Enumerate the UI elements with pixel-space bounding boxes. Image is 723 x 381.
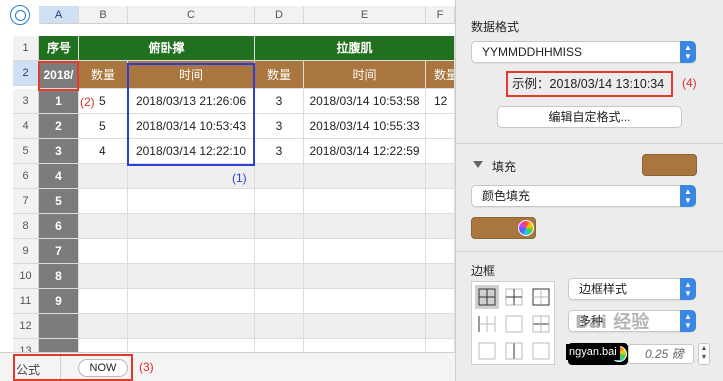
spreadsheet[interactable]: A B C D E F 1 2 3 4 5 6 7 8 9 10 11 12 1…	[0, 0, 455, 381]
empty-row[interactable]	[79, 189, 455, 214]
index-cell[interactable]: 5	[39, 189, 79, 214]
row-header-3[interactable]: 3	[13, 89, 39, 114]
index-cell[interactable]: 7	[39, 239, 79, 264]
edit-custom-format-button[interactable]: 编辑自定格式...	[497, 106, 682, 128]
header-qty[interactable]: 数量	[79, 61, 128, 89]
disclosure-triangle-icon[interactable]	[473, 161, 483, 168]
header-time-2[interactable]: 时间	[304, 61, 426, 89]
annotation-label-3: (3)	[139, 360, 154, 374]
app-window: A B C D E F 1 2 3 4 5 6 7 8 9 10 11 12 1…	[0, 0, 723, 381]
empty-row[interactable]	[79, 264, 455, 289]
border-style-value: 边框样式	[579, 282, 628, 296]
row-header-12[interactable]: 12	[13, 314, 39, 339]
header-index-cell[interactable]: 序号	[39, 36, 79, 61]
row-header-11[interactable]: 11	[13, 289, 39, 314]
border-preset-icons[interactable]	[472, 282, 556, 366]
row-header-9[interactable]: 9	[13, 239, 39, 264]
header-qty-2[interactable]: 数量	[255, 61, 304, 89]
color-well[interactable]	[471, 217, 536, 239]
row-header-8[interactable]: 8	[13, 214, 39, 239]
border-width-field[interactable]: 0.25 磅	[628, 344, 694, 364]
border-style-popup[interactable]: 边框样式 ▲ ▼	[568, 278, 696, 300]
column-header-d[interactable]: D	[255, 6, 304, 24]
row-header-1[interactable]: 1	[13, 36, 39, 61]
index-cell[interactable]: 9	[39, 289, 79, 314]
divider	[456, 251, 723, 252]
row-header-2[interactable]: 2	[13, 61, 39, 86]
data-format-value: YYMMDDHHMISS	[482, 45, 583, 59]
empty-row[interactable]	[79, 314, 455, 339]
annotation-label-1: (1)	[232, 171, 247, 185]
fill-type-popup[interactable]: 颜色填充 ▲ ▼	[471, 185, 696, 207]
row-header-7[interactable]: 7	[13, 189, 39, 214]
column-header-b[interactable]: B	[79, 6, 128, 24]
chevron-updown-icon: ▲ ▼	[680, 185, 696, 207]
row-header-6[interactable]: 6	[13, 164, 39, 189]
grid-line	[303, 164, 304, 352]
column-header-a[interactable]: A	[39, 6, 79, 24]
qty-cell[interactable]: 5	[79, 114, 128, 139]
data-format-title: 数据格式	[471, 20, 520, 34]
time2-cell[interactable]: 2018/03/14 10:55:33	[304, 114, 426, 139]
border-width-stepper[interactable]: ▲ ▼	[698, 343, 710, 365]
watermark-url: ngyan.bai	[566, 344, 620, 360]
example-value: 2018/03/14 13:10:34	[549, 77, 665, 91]
row-header-5[interactable]: 5	[13, 139, 39, 164]
empty-row[interactable]	[79, 239, 455, 264]
empty-row[interactable]	[79, 214, 455, 239]
index-cell[interactable]: 1	[39, 89, 79, 114]
empty-row[interactable]	[79, 164, 455, 189]
annotation-box-1	[127, 63, 255, 166]
data-format-popup[interactable]: YYMMDDHHMISS ▲ ▼	[471, 41, 696, 63]
column-header-e[interactable]: E	[304, 6, 426, 24]
watermark-logo: Bai 经验	[575, 312, 650, 333]
header-group-pushups[interactable]: 俯卧撑	[79, 36, 255, 61]
index-cell[interactable]: 8	[39, 264, 79, 289]
annotation-label-2: (2)	[80, 95, 95, 109]
qty2-cell[interactable]: 3	[255, 114, 304, 139]
grid-line	[425, 164, 426, 352]
fill-type-value: 颜色填充	[482, 189, 531, 203]
time2-cell[interactable]: 2018/03/14 12:22:59	[304, 139, 426, 164]
color-wheel-icon[interactable]	[518, 220, 534, 236]
fill-color-swatch[interactable]	[642, 154, 697, 176]
annotation-label-4: (4)	[682, 76, 697, 90]
border-presets[interactable]	[471, 281, 555, 365]
example-label: 示例：	[512, 77, 550, 91]
qty3-cell[interactable]	[426, 139, 455, 164]
index-cell[interactable]: 6	[39, 214, 79, 239]
column-header-f[interactable]: F	[426, 6, 455, 24]
time2-cell[interactable]: 2018/03/14 10:53:58	[304, 89, 426, 114]
index-cell[interactable]: 4	[39, 164, 79, 189]
annotation-box-3	[13, 354, 133, 381]
column-header-c[interactable]: C	[128, 6, 255, 24]
chevron-updown-icon: ▲ ▼	[680, 310, 696, 332]
qty3-cell[interactable]	[426, 114, 455, 139]
select-all-button[interactable]	[10, 5, 30, 25]
row-header-10[interactable]: 10	[13, 264, 39, 289]
format-example: 示例：2018/03/14 13:10:34	[506, 71, 673, 97]
grid-line	[127, 164, 128, 352]
index-cell[interactable]	[39, 314, 79, 339]
chevron-updown-icon: ▲ ▼	[680, 278, 696, 300]
qty2-cell[interactable]: 3	[255, 89, 304, 114]
header-group-situps[interactable]: 拉腹肌	[255, 36, 455, 61]
border-title: 边框	[471, 264, 496, 278]
qty-cell[interactable]: 4	[79, 139, 128, 164]
chevron-updown-icon: ▲ ▼	[680, 41, 696, 63]
index-cell[interactable]: 3	[39, 139, 79, 164]
divider	[456, 143, 723, 144]
annotation-box-2	[38, 61, 79, 91]
empty-row[interactable]	[79, 289, 455, 314]
grid-line	[254, 164, 255, 352]
index-cell[interactable]: 2	[39, 114, 79, 139]
qty2-cell[interactable]: 3	[255, 139, 304, 164]
qty3-cell[interactable]: 12	[426, 89, 455, 114]
header-qty-3[interactable]: 数量	[426, 61, 455, 89]
row-header-4[interactable]: 4	[13, 114, 39, 139]
fill-title: 填充	[492, 160, 517, 174]
